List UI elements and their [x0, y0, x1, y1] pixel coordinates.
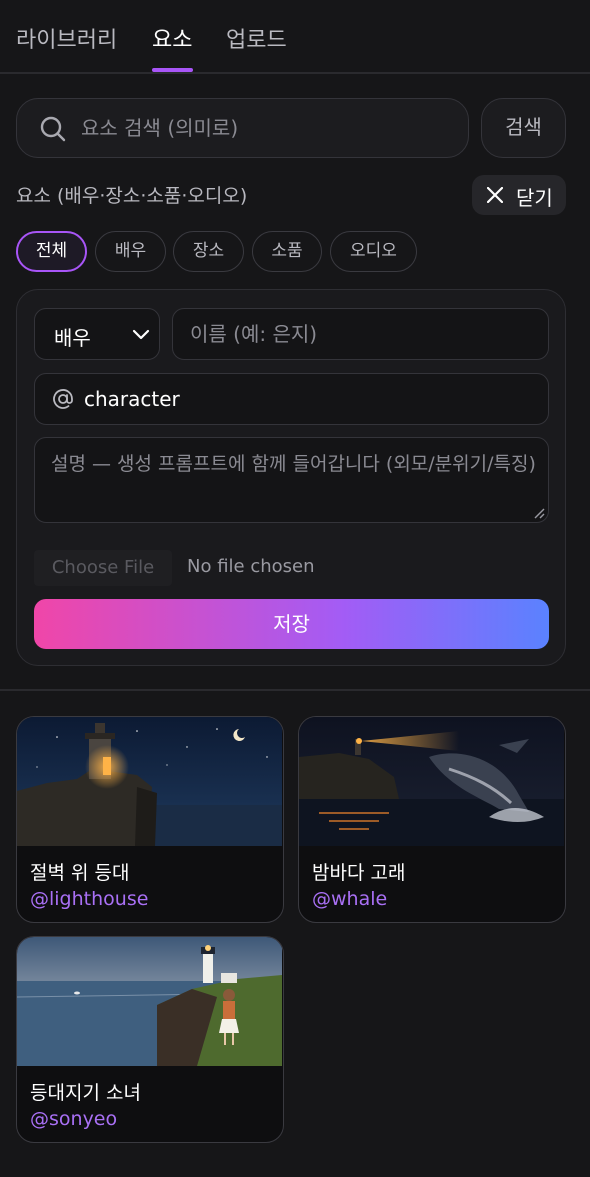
element-thumbnail	[17, 717, 282, 846]
chevron-down-icon	[132, 329, 150, 340]
description-input[interactable]	[51, 448, 536, 514]
element-card-lighthouse[interactable]: 절벽 위 등대 @lighthouse	[16, 716, 284, 923]
element-thumbnail	[299, 717, 564, 846]
filter-actor[interactable]: 배우	[95, 231, 166, 272]
close-button[interactable]: 닫기	[472, 175, 566, 215]
tab-elements[interactable]: 요소	[152, 22, 192, 54]
element-handle: @lighthouse	[30, 888, 149, 910]
type-select[interactable]: 배우	[34, 308, 160, 360]
handle-input[interactable]	[84, 374, 534, 423]
element-handle: @sonyeo	[30, 1108, 118, 1130]
element-card-whale[interactable]: 밤바다 고래 @whale	[298, 716, 566, 923]
name-input[interactable]	[190, 309, 540, 358]
filter-all[interactable]: 전체	[16, 231, 87, 272]
element-form: 배우 Choose File No file chosen 저장	[16, 289, 566, 666]
choose-file-button[interactable]: Choose File	[34, 550, 172, 586]
type-select-value: 배우	[54, 326, 91, 350]
resize-handle-icon[interactable]	[533, 507, 545, 519]
element-card-sonyeo[interactable]: 등대지기 소녀 @sonyeo	[16, 936, 284, 1143]
active-tab-indicator	[152, 68, 193, 72]
search-input[interactable]	[81, 99, 451, 156]
element-thumbnail	[17, 937, 282, 1066]
filter-place[interactable]: 장소	[173, 231, 244, 272]
section-title: 요소 (배우·장소·소품·오디오)	[16, 185, 248, 207]
top-tabs: 라이브러리 요소 업로드	[0, 0, 590, 74]
handle-field	[34, 373, 549, 425]
description-field	[34, 437, 549, 523]
file-status: No file chosen	[187, 556, 315, 577]
filter-prop[interactable]: 소품	[252, 231, 322, 272]
search-button[interactable]: 검색	[481, 98, 566, 158]
filter-audio[interactable]: 오디오	[330, 231, 417, 272]
divider	[0, 689, 590, 691]
element-handle: @whale	[312, 888, 388, 910]
name-field	[172, 308, 549, 360]
at-icon	[53, 389, 73, 409]
tab-upload[interactable]: 업로드	[226, 22, 287, 54]
close-button-label: 닫기	[516, 186, 553, 210]
element-title: 절벽 위 등대	[30, 862, 130, 884]
close-icon	[487, 187, 503, 203]
element-title: 등대지기 소녀	[30, 1082, 141, 1104]
element-title: 밤바다 고래	[312, 862, 406, 884]
search-box	[16, 98, 469, 158]
save-button[interactable]: 저장	[34, 599, 549, 649]
search-icon	[40, 116, 66, 142]
tab-library[interactable]: 라이브러리	[16, 22, 117, 54]
